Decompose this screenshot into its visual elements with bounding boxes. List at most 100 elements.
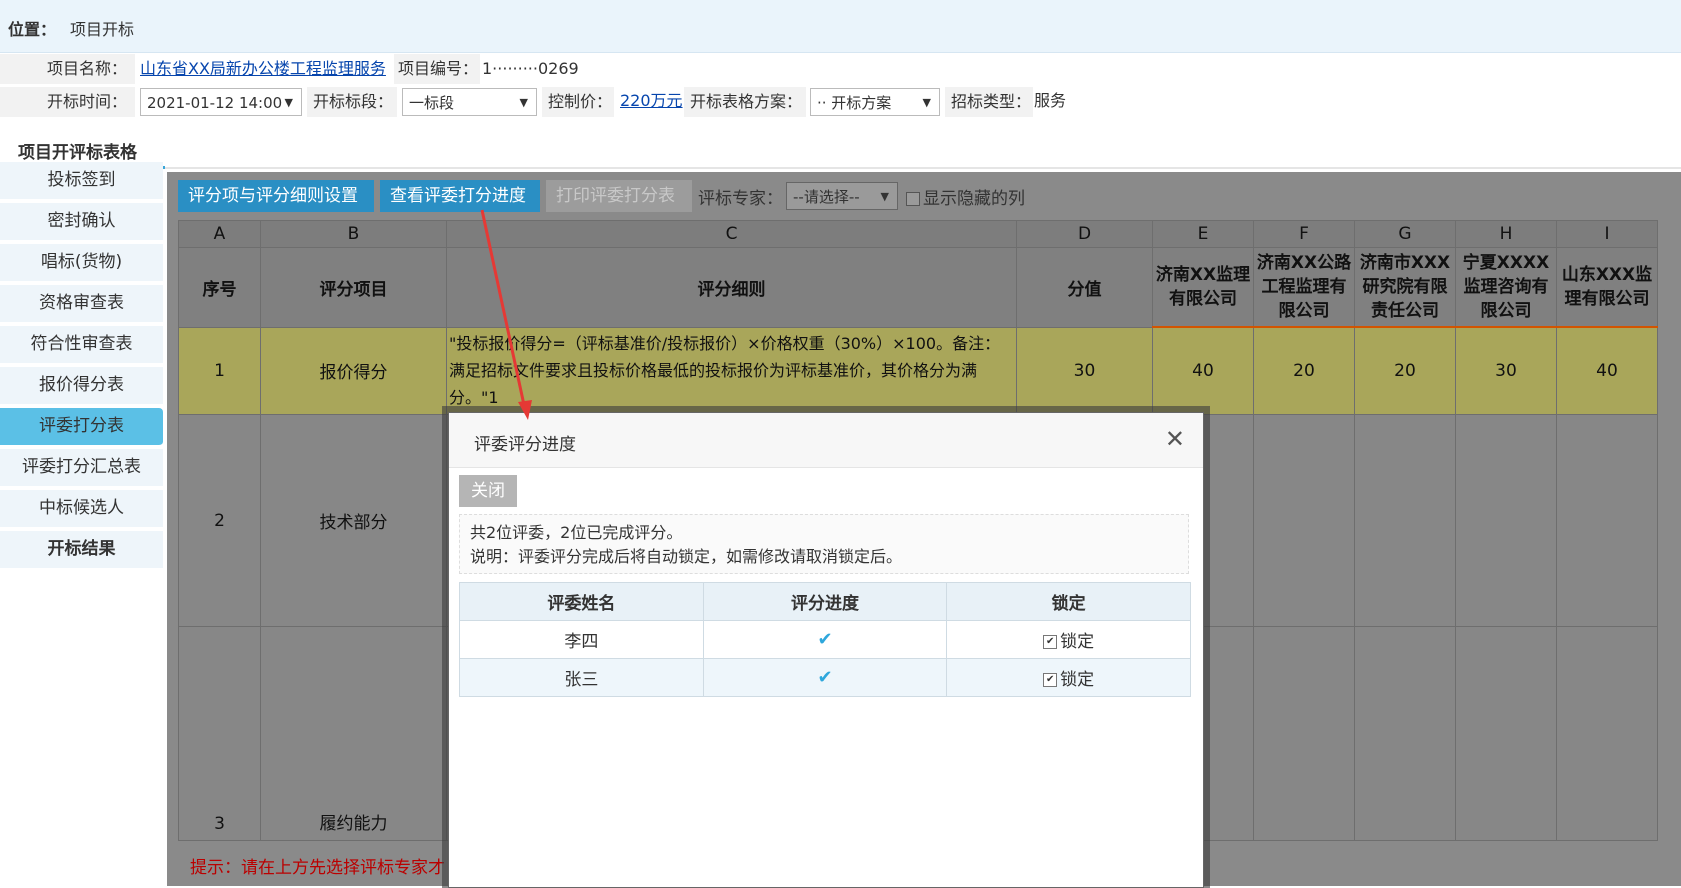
row-item: 报价得分 xyxy=(260,326,447,415)
row-no: 2 xyxy=(178,414,261,627)
lock-label: 锁定 xyxy=(1060,670,1095,690)
expert-select-value: --请选择-- xyxy=(793,188,860,206)
sidebar-item-compliance[interactable]: 符合性审查表 xyxy=(0,326,163,364)
col-header: 评分进度 xyxy=(702,582,948,621)
breadcrumb-label: 位置： xyxy=(8,20,57,39)
header-company: 宁夏XXXX监理咨询有限公司 xyxy=(1455,247,1557,328)
expert-label: 评标专家： xyxy=(698,189,783,209)
row-no: 1 xyxy=(178,326,261,415)
row-value[interactable]: 40 xyxy=(1556,326,1658,415)
checkbox-icon[interactable]: ✔ xyxy=(1043,673,1058,687)
sidebar-item-candidates[interactable]: 中标候选人 xyxy=(0,490,163,528)
close-icon[interactable]: ✕ xyxy=(1165,425,1185,453)
settings-button[interactable]: 评分项与评分细则设置 xyxy=(178,180,374,212)
header-company: 济南XX公路工程监理有限公司 xyxy=(1253,247,1355,328)
lock-label: 锁定 xyxy=(1060,632,1095,652)
judge-name: 张三 xyxy=(459,658,704,697)
section-label: 开标标段： xyxy=(307,87,397,117)
sidebar-item-judge-score[interactable]: 评委打分表 xyxy=(0,408,163,446)
bid-type-value: 服务 xyxy=(1034,91,1067,110)
header-company: 山东XXX监理有限公司 xyxy=(1556,247,1658,328)
header-company: 济南市XXX研究院有限责任公司 xyxy=(1354,247,1456,328)
chevron-down-icon: ▼ xyxy=(922,96,931,109)
col-letter: F xyxy=(1253,220,1355,248)
scheme-select[interactable]: ·· 开标方案 ▼ xyxy=(810,88,940,116)
section-select[interactable]: 一标段 ▼ xyxy=(402,88,537,116)
bid-type-label: 招标类型： xyxy=(945,87,1033,117)
check-icon: ✔ xyxy=(817,629,833,650)
col-letter: B xyxy=(260,220,447,248)
col-letter: A xyxy=(178,220,261,248)
sidebar-item-qualification[interactable]: 资格审查表 xyxy=(0,285,163,323)
lock-cell[interactable]: ✔ 锁定 xyxy=(946,658,1191,697)
show-hidden-toggle[interactable]: 显示隐藏的列 xyxy=(906,184,1025,209)
breadcrumb: 位置： 项目开标 xyxy=(0,0,1681,53)
col-letter: G xyxy=(1354,220,1456,248)
chevron-down-icon: ▼ xyxy=(880,190,889,203)
scheme-value: ·· 开标方案 xyxy=(817,94,892,112)
sidebar-item-sign-in[interactable]: 投标签到 xyxy=(0,162,163,200)
hint-text: 提示：请在上方先选择评标专家才 xyxy=(190,858,445,878)
sidebar-item-price-score[interactable]: 报价得分表 xyxy=(0,367,163,405)
col-letter: D xyxy=(1016,220,1153,248)
header-item: 评分项目 xyxy=(260,247,447,328)
dialog-note: 共2位评委，2位已完成评分。 说明：评委评分完成后将自动锁定，如需修改请取消锁定… xyxy=(459,514,1189,574)
col-letter: E xyxy=(1152,220,1254,248)
view-progress-button[interactable]: 查看评委打分进度 xyxy=(380,180,540,212)
control-price-label: 控制价： xyxy=(542,87,614,117)
col-letter: I xyxy=(1556,220,1658,248)
progress-cell: ✔ xyxy=(702,620,948,659)
print-score-button[interactable]: 打印评委打分表 xyxy=(546,180,692,212)
header-company: 济南XX监理有限公司 xyxy=(1152,247,1254,328)
row-value[interactable]: 20 xyxy=(1354,326,1456,415)
project-name-label: 项目名称： xyxy=(0,54,135,84)
table-row: 张三 ✔ ✔ 锁定 xyxy=(459,658,1191,697)
checkbox-icon[interactable]: ✔ xyxy=(1043,635,1058,649)
dialog-header: 评委评分进度 ✕ xyxy=(449,413,1203,468)
open-time-value: 2021-01-12 14:00 xyxy=(147,94,283,112)
project-code: 1·········0269 xyxy=(482,59,579,78)
sidebar-item-bid-reading[interactable]: 唱标(货物) xyxy=(0,244,163,282)
col-letter: H xyxy=(1455,220,1557,248)
judge-summary: 共2位评委，2位已完成评分。 xyxy=(470,523,683,542)
header-desc: 评分细则 xyxy=(446,247,1017,328)
row-desc: "投标报价得分=（评标基准价/投标报价）×价格权重（30%）×100。备注：满足… xyxy=(446,326,1017,415)
row-score: 30 xyxy=(1016,326,1153,415)
header-score: 分值 xyxy=(1016,247,1153,328)
chevron-down-icon: ▼ xyxy=(519,96,528,109)
sidebar-item-result[interactable]: 开标结果 xyxy=(0,531,163,569)
project-code-label: 项目编号： xyxy=(394,54,480,84)
control-price-link[interactable]: 220万元 xyxy=(620,86,683,116)
row-value[interactable]: 20 xyxy=(1253,326,1355,415)
col-header: 锁定 xyxy=(946,582,1191,621)
section-divider xyxy=(0,167,1681,169)
sidebar-item-judge-summary[interactable]: 评委打分汇总表 xyxy=(0,449,163,487)
project-name-link[interactable]: 山东省XX局新办公楼工程监理服务 xyxy=(140,54,386,84)
checkbox-icon[interactable] xyxy=(906,192,920,206)
judge-table: 评委姓名 评分进度 锁定 李四 ✔ ✔ 锁定 张三 ✔ ✔ 锁定 xyxy=(459,582,1191,697)
row-value[interactable]: 30 xyxy=(1455,326,1557,415)
row-value[interactable]: 40 xyxy=(1152,326,1254,415)
open-time-label: 开标时间： xyxy=(0,87,135,117)
progress-dialog: 评委评分进度 ✕ 关闭 共2位评委，2位已完成评分。 说明：评委评分完成后将自动… xyxy=(448,412,1204,888)
lock-cell[interactable]: ✔ 锁定 xyxy=(946,620,1191,659)
row-item: 履约能力 xyxy=(260,626,447,841)
scheme-label: 开标表格方案： xyxy=(684,87,806,117)
table-row: 李四 ✔ ✔ 锁定 xyxy=(459,620,1191,659)
row-item: 技术部分 xyxy=(260,414,447,627)
expert-select[interactable]: --请选择-- ▼ xyxy=(786,182,898,210)
show-hidden-label: 显示隐藏的列 xyxy=(923,189,1025,209)
section-value: 一标段 xyxy=(409,94,455,112)
header-no: 序号 xyxy=(178,247,261,328)
sidebar-item-seal-confirm[interactable]: 密封确认 xyxy=(0,203,163,241)
open-time-select[interactable]: 2021-01-12 14:00 ▼ xyxy=(140,88,302,116)
close-button[interactable]: 关闭 xyxy=(459,475,517,507)
col-header: 评委姓名 xyxy=(459,582,704,621)
chevron-down-icon: ▼ xyxy=(284,96,293,109)
check-icon: ✔ xyxy=(817,667,833,688)
progress-cell: ✔ xyxy=(702,658,948,697)
section-title: 项目开评标表格 xyxy=(18,143,137,163)
breadcrumb-value: 项目开标 xyxy=(70,20,135,39)
judge-name: 李四 xyxy=(459,620,704,659)
lock-note: 说明：评委评分完成后将自动锁定，如需修改请取消锁定后。 xyxy=(470,547,903,566)
